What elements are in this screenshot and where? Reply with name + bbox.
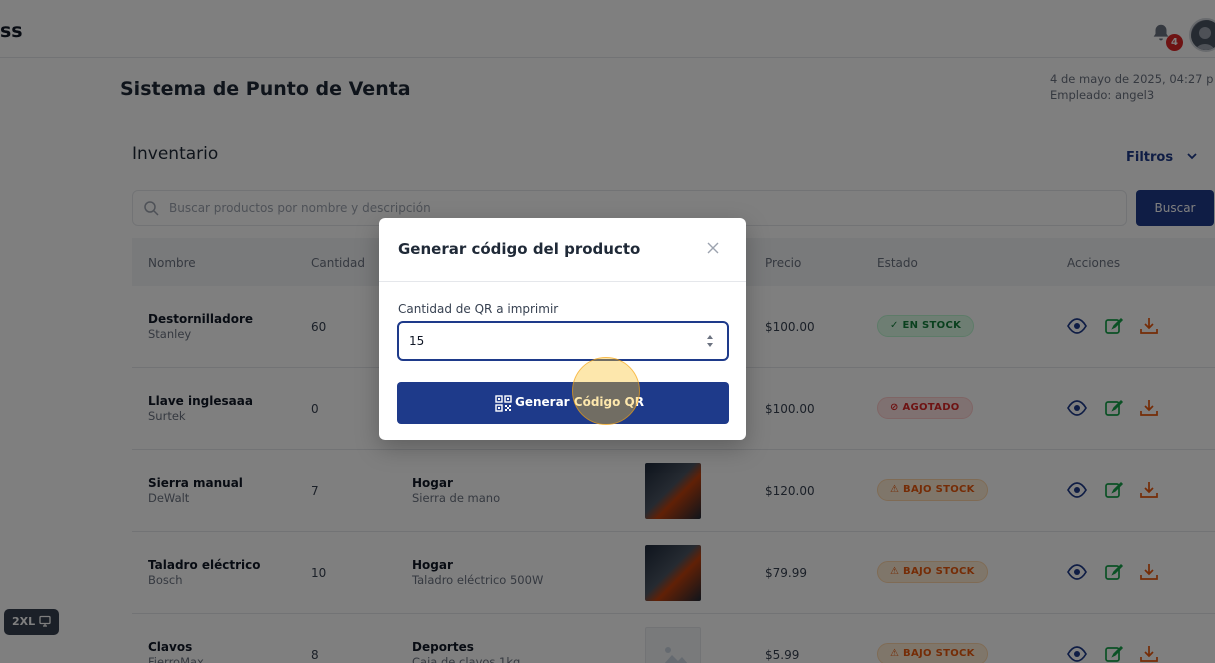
click-indicator [572, 357, 640, 425]
modal-divider [379, 281, 746, 282]
modal-title: Generar código del producto [398, 240, 641, 258]
qr-quantity-label: Cantidad de QR a imprimir [398, 302, 559, 316]
close-icon[interactable] [705, 240, 721, 256]
stepper-arrows-icon[interactable] [705, 333, 715, 349]
generate-qr-modal: Generar código del producto Cantidad de … [379, 218, 746, 440]
qr-quantity-input[interactable] [397, 321, 729, 361]
generate-qr-button[interactable]: Generar Código QR [397, 382, 729, 424]
qr-code-icon [495, 395, 512, 412]
